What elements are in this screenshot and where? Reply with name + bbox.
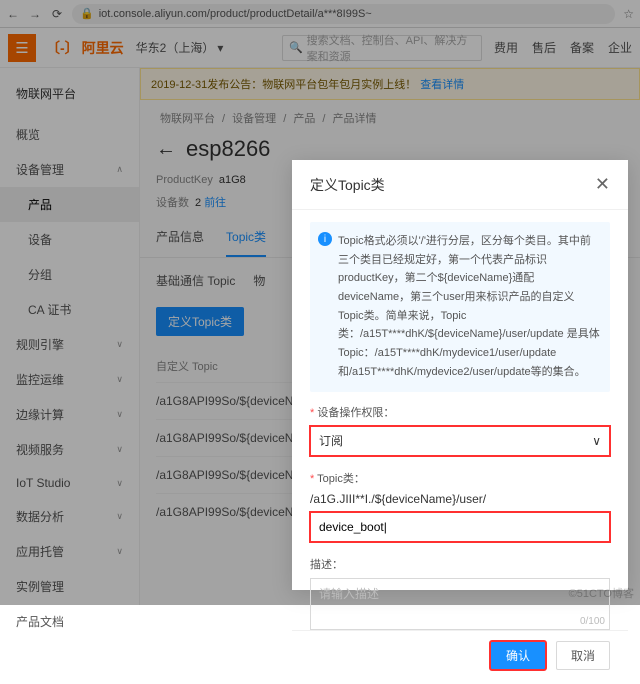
sidebar-item-docs[interactable]: 产品文档 — [0, 604, 139, 639]
chevron-down-icon: ∨ — [592, 434, 601, 448]
topic-input[interactable] — [310, 512, 610, 542]
topic-prefix: /a1G.JIII**I./${deviceName}/user/ — [310, 492, 610, 506]
topic-label: Topic类： — [310, 470, 610, 486]
char-counter: 0/100 — [580, 616, 605, 627]
cancel-button[interactable]: 取消 — [556, 641, 610, 670]
close-icon[interactable]: ✕ — [595, 174, 610, 195]
watermark: ©51CTO博客 — [569, 585, 634, 601]
desc-label: 描述： — [310, 556, 610, 572]
modal-define-topic: 定义Topic类 ✕ i Topic格式必须以'/'进行分层，区分每个类目。其中… — [292, 160, 628, 590]
confirm-button[interactable]: 确认 — [490, 641, 546, 670]
perm-label: 设备操作权限： — [310, 404, 610, 420]
desc-textarea[interactable]: 请输入描述 0/100 — [310, 578, 610, 630]
info-icon: i — [318, 232, 332, 246]
modal-info: i Topic格式必须以'/'进行分层，区分每个类目。其中前三个类目已经规定好，… — [310, 222, 610, 392]
modal-title: 定义Topic类 — [310, 175, 385, 195]
perm-select[interactable]: 订阅∨ — [310, 426, 610, 456]
